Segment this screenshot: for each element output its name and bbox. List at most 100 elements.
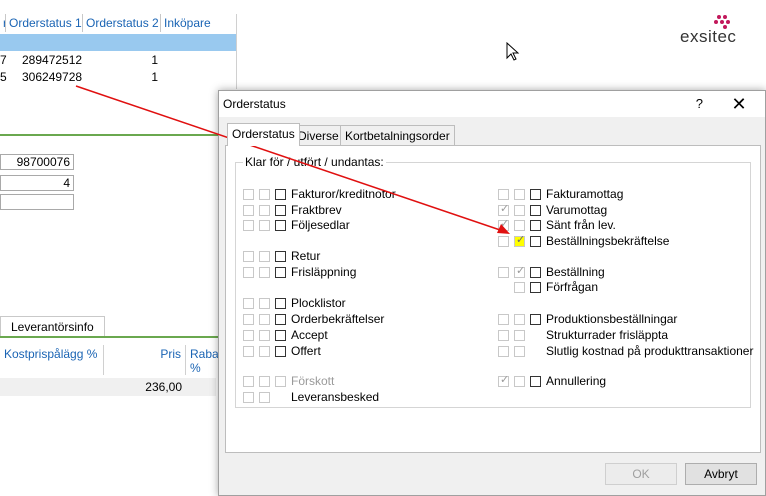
grid-header-inkopare[interactable]: Inköpare <box>161 14 236 32</box>
col-rabatt[interactable]: Rabat % <box>186 345 222 375</box>
cb-offert-2[interactable] <box>259 346 270 357</box>
check-icon: ✓ <box>500 218 510 230</box>
close-button[interactable]: ✕ <box>719 91 759 117</box>
label-strukturrader: Strukturrader frisläppta <box>546 328 669 342</box>
cb-forskott-2[interactable] <box>259 376 270 387</box>
cb-plocklistor-1[interactable] <box>243 298 254 309</box>
cb-leveransbesked-1[interactable] <box>243 392 254 403</box>
cb-foljesedlar-1[interactable] <box>243 220 254 231</box>
cb-bestallningsbekraftelse-2[interactable]: ✓ <box>514 234 526 247</box>
cb-plocklistor-3[interactable] <box>275 298 286 309</box>
dialog-titlebar[interactable]: Orderstatus ? ✕ <box>219 91 765 117</box>
cb-bestallningsbekraftelse-3[interactable] <box>530 236 541 247</box>
cb-annullering-2[interactable] <box>514 376 525 387</box>
cb-fakturor-3[interactable] <box>275 189 286 200</box>
label-frislappning: Frisläppning <box>291 265 357 279</box>
cb-sant-fran-lev-1[interactable]: ✓ <box>498 218 510 231</box>
cb-annullering-3[interactable] <box>530 376 541 387</box>
cb-orderbekraftelser-2[interactable] <box>259 314 270 325</box>
cb-slutlig-kostnad-2[interactable] <box>514 346 525 357</box>
cb-bestallning-1[interactable] <box>498 267 509 278</box>
field-3[interactable] <box>0 194 74 210</box>
check-icon: ✓ <box>516 234 526 246</box>
cb-accept-2[interactable] <box>259 330 270 341</box>
tab-orderstatus[interactable]: Orderstatus <box>227 123 300 146</box>
cb-fraktbrev-3[interactable] <box>275 205 286 216</box>
cb-offert-1[interactable] <box>243 346 254 357</box>
lower-row-value[interactable]: 236,00 <box>120 379 182 396</box>
cb-retur-2[interactable] <box>259 251 270 262</box>
cb-accept-1[interactable] <box>243 330 254 341</box>
lower-table-row[interactable] <box>0 378 216 396</box>
label-fakturor: Fakturor/kreditnotor <box>291 187 396 201</box>
cb-foljesedlar-2[interactable] <box>259 220 270 231</box>
cb-orderbekraftelser-1[interactable] <box>243 314 254 325</box>
cb-frislappning-1[interactable] <box>243 267 254 278</box>
field-2[interactable]: 4 <box>0 175 74 191</box>
cb-frislappning-2[interactable] <box>259 267 270 278</box>
cb-strukturrader-1[interactable] <box>498 330 509 341</box>
cb-annullering-1[interactable]: ✓ <box>498 374 509 387</box>
cb-produktionsbestallningar-3[interactable] <box>530 314 541 325</box>
cb-bestallning-3[interactable] <box>530 267 541 278</box>
cb-frislappning-3[interactable] <box>275 267 286 278</box>
tab-diverse[interactable]: Diverse <box>293 125 344 145</box>
cb-leveransbesked-2[interactable] <box>259 392 270 403</box>
cb-produktionsbestallningar-2[interactable] <box>514 314 525 325</box>
cb-forfragan-3[interactable] <box>530 282 541 293</box>
cb-varumottag-3[interactable] <box>530 205 541 216</box>
grid-row1-orderstatus1[interactable]: 289472512 <box>22 52 82 69</box>
section-divider <box>0 134 218 136</box>
cb-sant-fran-lev-2[interactable] <box>514 220 525 231</box>
grid-selected-row[interactable] <box>0 34 236 51</box>
cb-plocklistor-2[interactable] <box>259 298 270 309</box>
cb-fakturor-2[interactable] <box>259 189 270 200</box>
cb-fraktbrev-2[interactable] <box>259 205 270 216</box>
col-pris[interactable]: Pris <box>104 345 186 375</box>
grid-row2-orderstatus2[interactable]: 1 <box>120 69 158 86</box>
help-button[interactable]: ? <box>696 96 703 111</box>
tab-kortbetalningsorder[interactable]: Kortbetalningsorder <box>340 125 455 145</box>
cb-accept-3[interactable] <box>275 330 286 341</box>
grid-row1-orderstatus2[interactable]: 1 <box>120 52 158 69</box>
cb-strukturrader-2[interactable] <box>514 330 525 341</box>
cb-produktionsbestallningar-1[interactable] <box>498 314 509 325</box>
cb-fakturamottag-1[interactable] <box>498 189 509 200</box>
cb-offert-3[interactable] <box>275 346 286 357</box>
grid-row1-col0[interactable]: 7 <box>0 52 7 69</box>
cb-bestallning-2[interactable]: ✓ <box>514 265 525 278</box>
cb-varumottag-2[interactable] <box>514 205 525 216</box>
cb-fraktbrev-1[interactable] <box>243 205 254 216</box>
label-slutlig-kostnad: Slutlig kostnad på produkttransaktioner <box>546 344 754 358</box>
cb-sant-fran-lev-3[interactable] <box>530 220 541 231</box>
label-offert: Offert <box>291 344 321 358</box>
cb-retur-3[interactable] <box>275 251 286 262</box>
grid-header-orderstatus2[interactable]: Orderstatus 2 <box>83 14 161 32</box>
grid-row2-orderstatus1[interactable]: 306249728 <box>22 69 82 86</box>
cancel-button[interactable]: Avbryt <box>685 463 757 485</box>
cb-fakturamottag-2[interactable] <box>514 189 525 200</box>
cb-fakturor-1[interactable] <box>243 189 254 200</box>
cb-foljesedlar-3[interactable] <box>275 220 286 231</box>
cb-fakturamottag-3[interactable] <box>530 189 541 200</box>
cb-forfragan-2[interactable] <box>514 282 525 293</box>
grid-header-orderstatus1[interactable]: Orderstatus 1 <box>6 14 83 32</box>
tab-leverantorsinfo[interactable]: Leverantörsinfo <box>0 316 105 337</box>
label-sant-fran-lev: Sänt från lev. <box>546 218 616 232</box>
cb-forskott-3[interactable] <box>275 376 286 387</box>
cb-forskott-1[interactable] <box>243 376 254 387</box>
cb-varumottag-1[interactable]: ✓ <box>498 203 509 216</box>
col-kostprispalagg[interactable]: Kostprispålägg % <box>0 345 104 375</box>
label-fakturamottag: Fakturamottag <box>546 187 624 201</box>
cb-bestallningsbekraftelse-1[interactable] <box>498 236 509 247</box>
cb-retur-1[interactable] <box>243 251 254 262</box>
ok-button[interactable]: OK <box>605 463 677 485</box>
field-1[interactable]: 98700076 <box>0 154 74 170</box>
grid-row2-col0[interactable]: 5 <box>0 69 7 86</box>
cb-orderbekraftelser-3[interactable] <box>275 314 286 325</box>
cb-slutlig-kostnad-1[interactable] <box>498 346 509 357</box>
grid-border <box>236 14 237 89</box>
label-accept: Accept <box>291 328 328 342</box>
label-annullering: Annullering <box>546 374 607 388</box>
exsitec-logo: exsitec <box>680 12 760 48</box>
